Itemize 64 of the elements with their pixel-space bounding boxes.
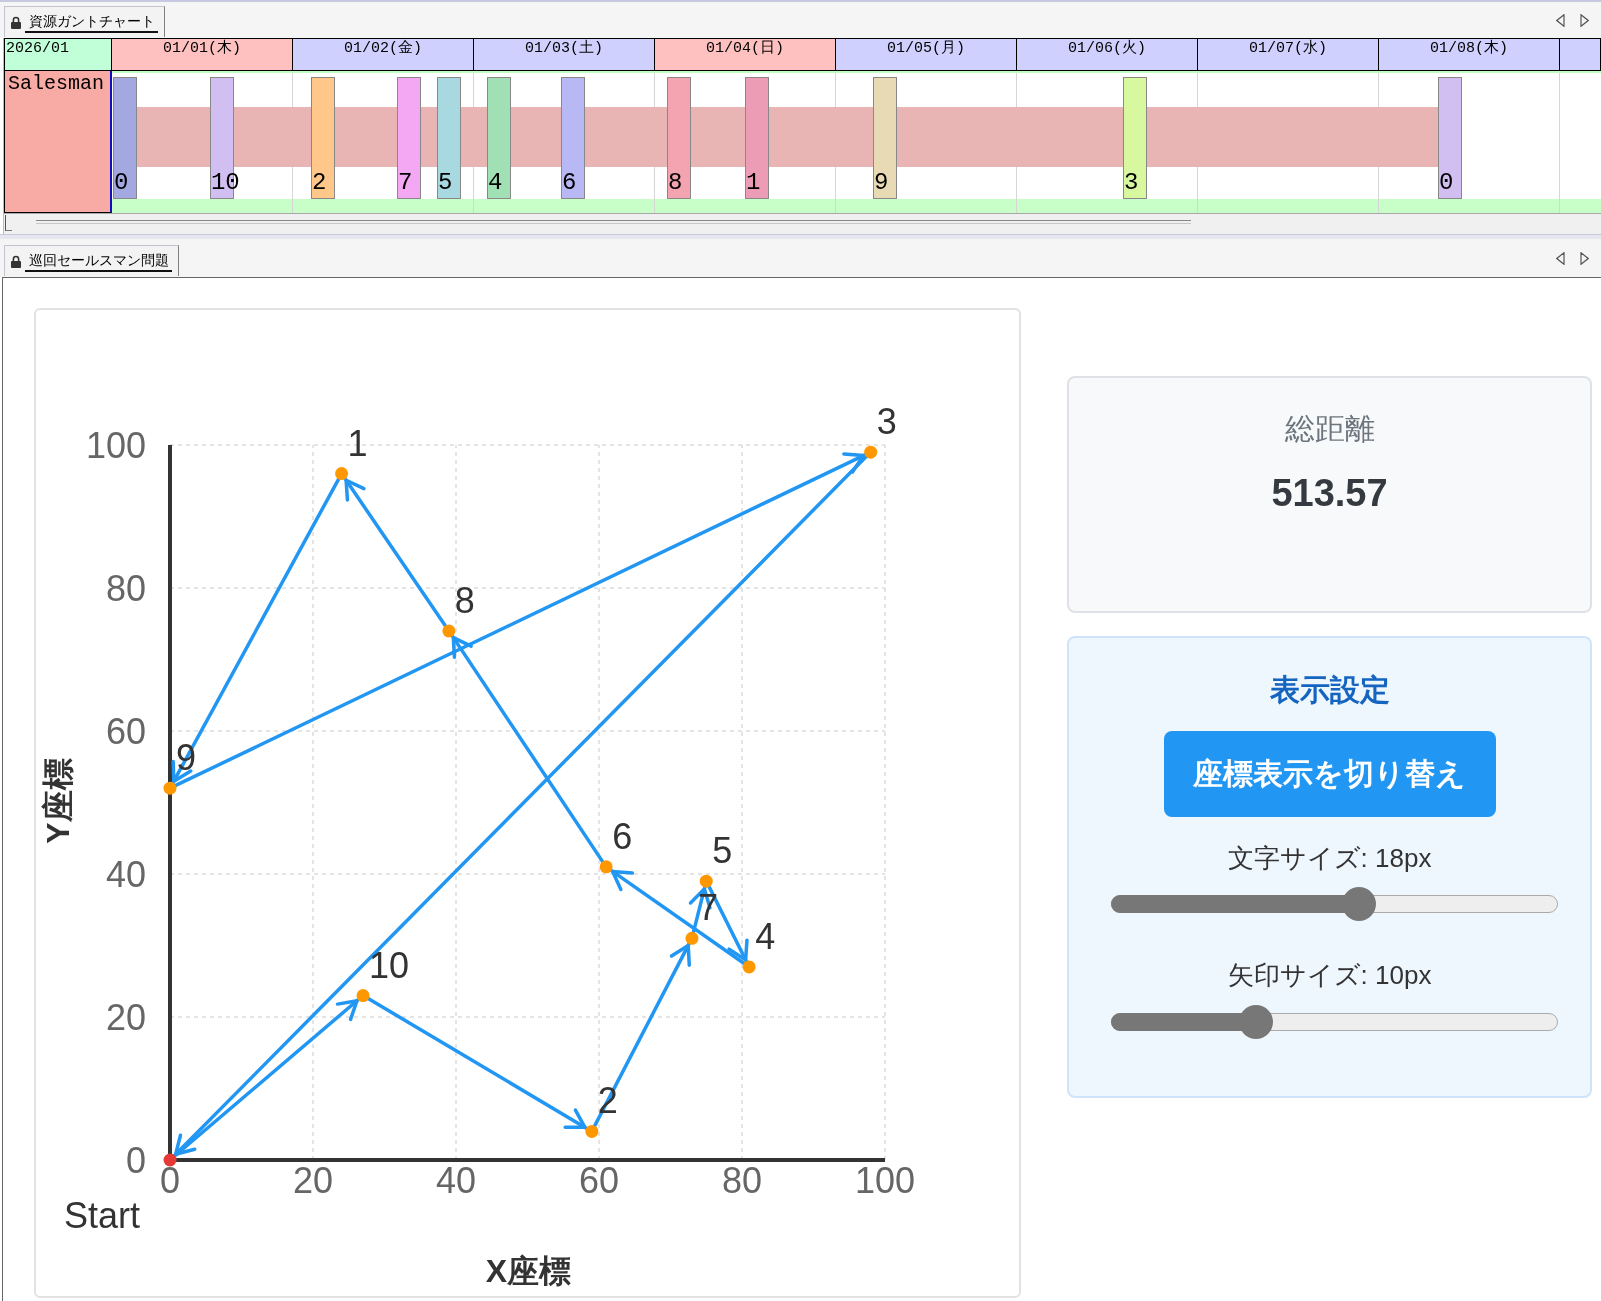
point-label: 3 xyxy=(876,401,897,443)
day-header-cell: 01/03(土) xyxy=(474,38,655,71)
x-tick-label: 0 xyxy=(160,1160,180,1201)
x-tick-label: 20 xyxy=(293,1160,333,1201)
splitter-handle[interactable] xyxy=(5,215,12,231)
task-label: 9 xyxy=(872,171,889,195)
task-label: 2 xyxy=(310,171,327,195)
slider-label: 矢印サイズ: 10px xyxy=(1227,959,1432,992)
left-arrow-icon[interactable] xyxy=(1556,13,1565,27)
stat-value: 513.57 xyxy=(1271,471,1388,515)
month-header-cell: 2026/01 xyxy=(4,38,112,71)
day-header-cell: 01/07(水) xyxy=(1198,38,1379,71)
x-tick-label: 80 xyxy=(722,1160,762,1201)
task-label: 5 xyxy=(437,171,453,195)
point-label: 4 xyxy=(755,915,776,957)
tab[interactable]: 資源ガントチャート xyxy=(4,6,165,37)
x-tick-label: 60 xyxy=(579,1160,619,1201)
lock-icon xyxy=(11,15,21,29)
y-tick-label: 80 xyxy=(105,568,146,609)
y-tick-label: 60 xyxy=(105,711,146,752)
slider-track[interactable] xyxy=(1111,1005,1558,1039)
slider-label: 文字サイズ: 18px xyxy=(1227,842,1432,875)
point-label: 5 xyxy=(712,830,733,872)
y-axis-title: Y座標 xyxy=(40,758,76,844)
task-label: 0 xyxy=(1438,171,1454,195)
point-label: 1 xyxy=(347,422,368,464)
stat-label: 総距離 xyxy=(1284,412,1375,446)
settings-title: 表示設定 xyxy=(1269,672,1390,708)
y-tick-label: 100 xyxy=(85,425,146,466)
task-label: 0 xyxy=(113,171,129,195)
day-header-cell: 01/06(火) xyxy=(1017,38,1198,71)
point-label: 10 xyxy=(369,944,410,986)
lock-icon xyxy=(11,254,21,268)
resource-cell: Salesman xyxy=(4,71,112,213)
task-label: 6 xyxy=(561,171,577,195)
slider-track[interactable] xyxy=(1111,887,1558,921)
slider-thumb[interactable] xyxy=(1342,887,1377,921)
day-header-cell: 01/04(日) xyxy=(655,38,836,71)
day-header-cell: 01/08(木) xyxy=(1379,38,1560,71)
x-tick-label: 100 xyxy=(854,1160,916,1201)
y-tick-label: 40 xyxy=(105,854,146,895)
slider-thumb[interactable] xyxy=(1239,1005,1273,1039)
day-header-cell xyxy=(1560,38,1601,71)
task-label: 3 xyxy=(1123,171,1139,195)
right-arrow-icon[interactable] xyxy=(1580,251,1589,265)
day-header-cell: 01/02(金) xyxy=(293,38,474,71)
point-label: 6 xyxy=(612,815,633,857)
y-tick-label: 20 xyxy=(105,997,146,1038)
day-header-cell: 01/01(木) xyxy=(112,38,293,71)
task-label: 4 xyxy=(487,171,503,195)
task-label: 10 xyxy=(209,171,240,195)
point-label: Start xyxy=(64,1195,140,1236)
task-label: 7 xyxy=(397,171,413,195)
left-arrow-icon[interactable] xyxy=(1556,251,1565,265)
tab[interactable]: 巡回セールスマン問題 xyxy=(4,245,179,276)
task-label: 1 xyxy=(744,171,761,195)
y-tick-label: 0 xyxy=(125,1140,146,1181)
task-label: 8 xyxy=(666,171,683,195)
right-arrow-icon[interactable] xyxy=(1580,13,1589,27)
x-axis-title: X座標 xyxy=(485,1253,572,1289)
day-header-cell: 01/05(月) xyxy=(836,38,1017,71)
point-label: 8 xyxy=(454,579,475,621)
x-tick-label: 40 xyxy=(436,1160,476,1201)
scrollbar-thumb[interactable] xyxy=(36,220,1191,224)
